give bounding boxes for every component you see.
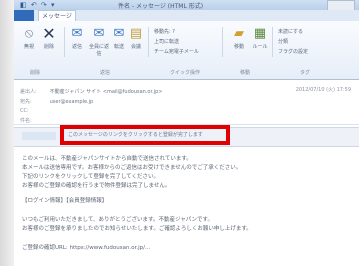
body-line: 【ログイン情報】【会員登録情報】 xyxy=(22,198,108,204)
folder-icon: ▰ xyxy=(234,26,244,41)
forward-button[interactable]: ✉ 転送 xyxy=(110,26,128,51)
from-value[interactable]: 不動産ジャパン サイト <mail@fudousan.or.jp> xyxy=(50,89,163,95)
rules-label: ルール xyxy=(252,44,268,50)
ignore-label: 無視 xyxy=(23,44,34,50)
body-line: 下記のリンクをクリックして登録を完了してください。 xyxy=(22,174,160,180)
rules-button[interactable]: ▦ ルール xyxy=(250,26,270,51)
file-tab[interactable] xyxy=(14,10,34,21)
to-label: 宛先: xyxy=(20,99,32,105)
window-title: 件名 - メッセージ (HTML 形式) xyxy=(118,3,204,10)
group-label-quicksteps: クイック操作 xyxy=(170,70,201,76)
subject-label: 件名: xyxy=(20,118,32,124)
move-button[interactable]: ▰ 移動 xyxy=(228,26,250,51)
forward-icon: ✉ xyxy=(113,26,125,41)
to-value[interactable]: user@example.jp xyxy=(50,99,94,105)
body-line: このメールは、不動産ジャパンサイトから自動で送信されています。 xyxy=(22,156,192,162)
body-line: いつもご利用いただきまして、ありがとうございます。不動産ジャパンです。 xyxy=(22,217,213,223)
ignore-icon: ⦸ xyxy=(24,26,34,41)
meeting-label: 会議 xyxy=(130,44,141,50)
meeting-button[interactable]: ▤ 会議 xyxy=(128,26,144,51)
body-line: お客様のご登録を承りましたのでお知らせいたします。ご確認よろしくお願い申し上げま… xyxy=(22,226,252,232)
followup-button[interactable]: フラグの設定 xyxy=(278,48,308,55)
reply-all-icon: ✉ xyxy=(93,26,105,41)
body-link-line[interactable]: ご登録の確認URL: https://www.fudousan.or.jp/..… xyxy=(22,243,150,251)
reply-button[interactable]: ✉ 返信 xyxy=(68,26,86,51)
mark-unread-button[interactable]: 未読にする xyxy=(278,28,303,35)
cc-row: CC: xyxy=(20,108,48,114)
reply-all-label: 全員に返信 xyxy=(88,44,109,57)
quick-step-move[interactable]: 移動先: ? xyxy=(154,28,175,35)
body-line: 本メールは送信専用です。お客様からのご返信はお受けできませんのでご了承ください。 xyxy=(22,165,242,171)
quick-step-manager[interactable]: 上司に転送 xyxy=(154,38,179,45)
quick-access-toolbar[interactable]: ◧ ↶ ↷ ▾ xyxy=(20,1,56,9)
delete-label: 削除 xyxy=(43,44,54,50)
group-label-tags: タグ xyxy=(300,70,311,76)
meeting-icon: ▤ xyxy=(129,26,143,41)
ignore-button[interactable]: ⦸ 無視 xyxy=(18,26,40,51)
email-window: ◧ ↶ ↷ ▾ 件名 - メッセージ (HTML 形式) メッセージ ⦸ 無視 … xyxy=(0,0,359,266)
from-label: 差出人: xyxy=(20,89,37,95)
move-label: 移動 xyxy=(233,44,244,50)
delete-button[interactable]: ✕ 削除 xyxy=(38,24,60,51)
forward-label: 転送 xyxy=(113,44,124,50)
delete-icon: ✕ xyxy=(42,24,56,43)
cc-label: CC: xyxy=(20,108,29,114)
body-line: お客様のご登録の確認を行うまで物件登録は完了しません。 xyxy=(22,183,171,189)
separator xyxy=(64,27,65,57)
highlight-box xyxy=(60,125,230,145)
left-edge xyxy=(0,0,14,266)
separator xyxy=(148,27,149,57)
sent-date: 2012/07/10 (火) 17:59 xyxy=(295,87,351,93)
separator xyxy=(222,27,223,57)
subject-row: 件名: xyxy=(20,117,48,124)
from-row: 差出人: 不動産ジャパン サイト <mail@fudousan.or.jp> xyxy=(20,88,162,95)
reply-icon: ✉ xyxy=(71,26,83,41)
rules-icon: ▦ xyxy=(253,26,267,41)
group-label-respond: 返信 xyxy=(100,70,111,76)
info-bar-icon xyxy=(22,132,56,140)
categorize-button[interactable]: 分類 xyxy=(278,38,288,45)
separator xyxy=(272,27,273,57)
quick-step-team[interactable]: チーム宛電子メール xyxy=(154,48,199,55)
to-row: 宛先: user@example.jp xyxy=(20,98,93,105)
group-label-delete: 削除 xyxy=(30,70,41,76)
reply-all-button[interactable]: ✉ 全員に返信 xyxy=(88,26,110,58)
group-label-move: 移動 xyxy=(240,70,251,76)
reply-label: 返信 xyxy=(71,44,82,50)
